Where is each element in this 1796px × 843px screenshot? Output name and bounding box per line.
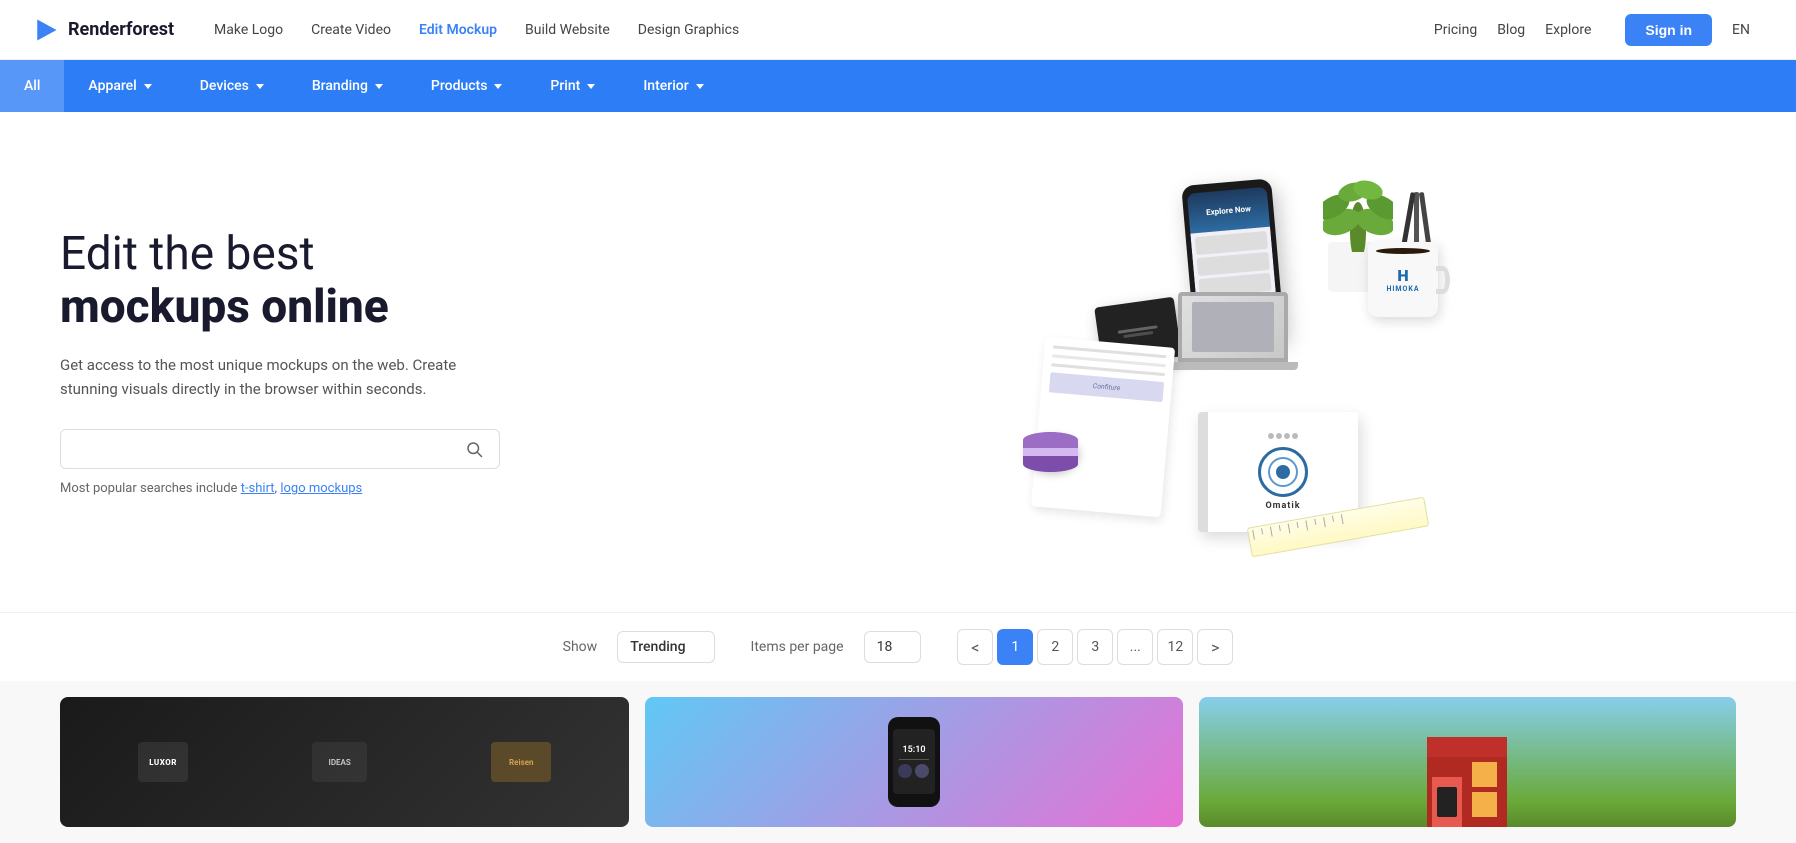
scene-laptop — [1168, 292, 1298, 382]
grid-building — [1427, 737, 1507, 827]
logo-text: Renderforest — [68, 19, 174, 40]
popular-logo-link[interactable]: logo mockups — [280, 481, 362, 496]
next-page-button[interactable]: > — [1197, 629, 1233, 665]
hero-image: Explore Now — [580, 152, 1736, 572]
nav-blog[interactable]: Blog — [1497, 22, 1525, 38]
category-all[interactable]: All — [0, 60, 64, 112]
items-chevron-icon — [900, 645, 908, 650]
plant-leaves-icon — [1323, 172, 1393, 252]
scene-macaron — [1023, 432, 1078, 472]
hero-subtitle: Get access to the most unique mockups on… — [60, 353, 490, 401]
popular-searches: Most popular searches include t-shirt, l… — [60, 481, 580, 496]
grid-card-phone[interactable]: 15:10 — [645, 697, 1182, 827]
category-bar: All Apparel Devices Branding Products Pr… — [0, 60, 1796, 112]
sort-chevron-icon — [694, 645, 702, 650]
category-print[interactable]: Print — [526, 60, 619, 112]
hero-content: Edit the best mockups online Get access … — [60, 228, 580, 497]
pagination: < 1 2 3 ... 12 > — [957, 629, 1233, 665]
search-bar — [60, 429, 500, 469]
language-selector[interactable]: EN — [1732, 22, 1764, 38]
category-products[interactable]: Products — [407, 60, 527, 112]
category-interior[interactable]: Interior — [619, 60, 727, 112]
explore-chevron-icon — [1597, 27, 1605, 32]
search-icon — [465, 440, 483, 458]
grid-section: LUXOR IDEAS Reisen 15:10 — [0, 681, 1796, 843]
scene-phone-top: Explore Now — [1187, 187, 1270, 234]
grid-phone-mockup: 15:10 — [888, 717, 940, 807]
hero-section: Edit the best mockups online Get access … — [0, 112, 1796, 612]
page-2-button[interactable]: 2 — [1037, 629, 1073, 665]
search-button[interactable] — [449, 430, 499, 468]
popular-tshirt-link[interactable]: t-shirt — [241, 481, 275, 496]
show-label: Show — [563, 639, 598, 655]
products-chevron-icon — [494, 84, 502, 89]
print-chevron-icon — [587, 84, 595, 89]
branding-chevron-icon — [375, 84, 383, 89]
items-per-page-dropdown[interactable]: 18 — [864, 631, 922, 663]
nav-make-logo[interactable]: Make Logo — [214, 22, 283, 38]
right-navigation: Pricing Blog Explore Sign in EN — [1434, 14, 1764, 46]
interior-chevron-icon — [696, 84, 704, 89]
page-1-button[interactable]: 1 — [997, 629, 1033, 665]
scene-mug: H HIMOKA — [1368, 242, 1438, 317]
grid-card-logos[interactable]: LUXOR IDEAS Reisen — [60, 697, 629, 827]
search-input[interactable] — [61, 431, 449, 467]
page-3-button[interactable]: 3 — [1077, 629, 1113, 665]
page-ellipsis: ... — [1117, 629, 1153, 665]
main-nav: Make Logo Create Video Edit Mockup Build… — [214, 22, 1434, 38]
category-apparel[interactable]: Apparel — [64, 60, 175, 112]
category-branding[interactable]: Branding — [288, 60, 407, 112]
nav-design-graphics[interactable]: Design Graphics — [638, 22, 739, 38]
hero-title: Edit the best mockups online — [60, 228, 580, 334]
logo[interactable]: Renderforest — [32, 16, 174, 44]
mockup-scene: Explore Now — [858, 162, 1458, 562]
page-12-button[interactable]: 12 — [1157, 629, 1193, 665]
prev-page-button[interactable]: < — [957, 629, 993, 665]
items-label: Items per page — [751, 639, 844, 655]
language-chevron-icon — [1756, 27, 1764, 32]
logo-icon — [32, 16, 60, 44]
sort-dropdown[interactable]: Trending — [617, 631, 714, 663]
top-navigation: Renderforest Make Logo Create Video Edit… — [0, 0, 1796, 60]
nav-explore[interactable]: Explore — [1545, 22, 1605, 38]
nav-edit-mockup[interactable]: Edit Mockup — [419, 22, 497, 38]
controls-row: Show Trending Items per page 18 < 1 2 3 … — [0, 612, 1796, 681]
scene-notepad: Confiture — [1031, 337, 1175, 518]
apparel-chevron-icon — [144, 84, 152, 89]
category-devices[interactable]: Devices — [176, 60, 288, 112]
nav-create-video[interactable]: Create Video — [311, 22, 391, 38]
devices-chevron-icon — [256, 84, 264, 89]
nav-build-website[interactable]: Build Website — [525, 22, 610, 38]
nav-pricing[interactable]: Pricing — [1434, 22, 1477, 38]
grid-card-street[interactable] — [1199, 697, 1736, 827]
sign-in-button[interactable]: Sign in — [1625, 14, 1712, 46]
